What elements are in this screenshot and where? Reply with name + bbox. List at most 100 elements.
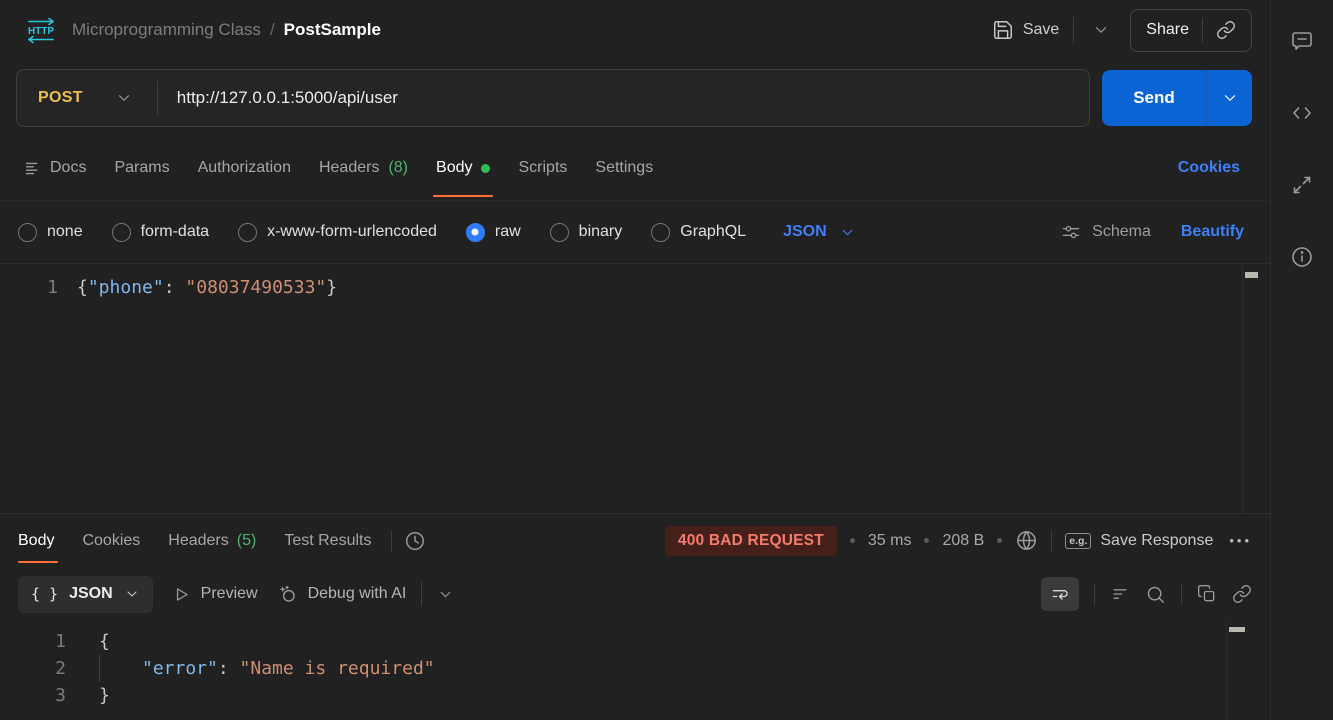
ai-sparkle-icon — [277, 584, 298, 605]
response-time[interactable]: 35 ms — [868, 532, 912, 550]
word-wrap-button[interactable] — [1041, 577, 1079, 611]
response-tab-test-results-label: Test Results — [284, 532, 371, 550]
response-history-icon[interactable] — [404, 530, 426, 552]
request-body-editor[interactable]: 1{"phone": "08037490533"} — [0, 263, 1270, 513]
debug-with-ai-button[interactable]: Debug with AI — [277, 584, 407, 605]
response-tab-headers[interactable]: Headers (5) — [154, 514, 270, 567]
link-icon[interactable] — [1232, 584, 1252, 604]
send-button[interactable]: Send — [1102, 70, 1252, 126]
radio-urlencoded[interactable]: x-www-form-urlencoded — [238, 223, 437, 242]
line-number: 1 — [0, 277, 58, 298]
radio-binary-label: binary — [579, 223, 623, 241]
radio-none-label: none — [47, 223, 83, 241]
tab-headers[interactable]: Headers (8) — [305, 136, 422, 200]
schema-button[interactable]: Schema — [1061, 222, 1151, 242]
tab-params-label: Params — [114, 159, 169, 177]
save-icon — [992, 19, 1014, 41]
http-request-icon: HTTP — [24, 17, 58, 44]
breadcrumb: Microprogramming Class / PostSample — [72, 20, 381, 40]
code-brace-open: { — [99, 631, 110, 652]
tab-settings-label: Settings — [595, 159, 653, 177]
headers-count-badge: (8) — [388, 159, 408, 177]
copy-link-icon[interactable] — [1216, 20, 1236, 40]
radio-form-data-circle[interactable] — [112, 223, 131, 242]
save-response-button[interactable]: e.g. Save Response — [1065, 532, 1213, 550]
response-tab-cookies-label: Cookies — [82, 532, 140, 550]
status-badge[interactable]: 400 BAD REQUEST — [665, 526, 837, 556]
line-number: 3 — [0, 685, 66, 706]
radio-binary[interactable]: binary — [550, 223, 623, 242]
copy-icon[interactable] — [1197, 584, 1217, 604]
response-body-editor[interactable]: 1{ 2"error": "Name is required" 3} — [0, 621, 1270, 720]
separator-dot — [850, 538, 855, 543]
radio-raw-circle[interactable] — [466, 223, 485, 242]
response-header: Body Cookies Headers (5) Test Results — [0, 514, 1270, 567]
cookies-link[interactable]: Cookies — [1178, 159, 1252, 177]
request-scrollbar-thumb[interactable] — [1245, 272, 1258, 278]
save-dropdown-caret[interactable] — [1088, 17, 1114, 43]
tab-scripts[interactable]: Scripts — [504, 136, 581, 200]
radio-binary-circle[interactable] — [550, 223, 569, 242]
search-icon[interactable] — [1145, 584, 1166, 605]
request-editor-scrollbar[interactable] — [1242, 265, 1260, 513]
response-line-2: 2"error": "Name is required" — [0, 655, 1270, 682]
response-line-1: 1{ — [0, 628, 1270, 655]
share-button[interactable]: Share — [1130, 9, 1252, 52]
info-icon[interactable] — [1290, 245, 1314, 269]
toolbar-divider — [421, 582, 422, 606]
send-dropdown-caret[interactable] — [1207, 70, 1252, 126]
expand-arrows-icon[interactable] — [1290, 173, 1314, 197]
response-section: Body Cookies Headers (5) Test Results — [0, 513, 1270, 720]
preview-button[interactable]: Preview — [172, 585, 258, 604]
breadcrumb-collection[interactable]: Microprogramming Class — [72, 20, 261, 40]
code-brace-close: } — [326, 277, 337, 298]
code-colon: : — [164, 277, 186, 298]
comments-icon[interactable] — [1290, 29, 1314, 53]
debug-dropdown-caret[interactable] — [437, 586, 454, 603]
share-label: Share — [1146, 21, 1189, 39]
response-scrollbar-thumb[interactable] — [1229, 627, 1245, 632]
tab-body[interactable]: Body — [422, 136, 504, 200]
preview-label: Preview — [201, 585, 258, 603]
response-tab-body-label: Body — [18, 532, 54, 550]
breadcrumb-request-name[interactable]: PostSample — [284, 20, 381, 40]
response-size[interactable]: 208 B — [942, 532, 984, 550]
debug-with-ai-label: Debug with AI — [308, 585, 407, 603]
line-number: 1 — [0, 631, 66, 652]
radio-none[interactable]: none — [18, 223, 83, 242]
response-tab-test-results[interactable]: Test Results — [270, 514, 385, 567]
code-key-phone: "phone" — [88, 277, 164, 298]
code-snippet-icon[interactable] — [1290, 101, 1314, 125]
tab-params[interactable]: Params — [100, 136, 183, 200]
response-status-area: 400 BAD REQUEST 35 ms 208 B e.g. — [665, 514, 1252, 567]
method-selector[interactable]: POST — [17, 89, 157, 107]
tab-docs[interactable]: Docs — [24, 136, 100, 200]
radio-urlencoded-circle[interactable] — [238, 223, 257, 242]
sliders-icon — [1061, 222, 1081, 242]
radio-graphql[interactable]: GraphQL — [651, 223, 746, 242]
network-globe-icon[interactable] — [1015, 529, 1038, 552]
radio-form-data[interactable]: form-data — [112, 223, 209, 242]
response-line-3: 3} — [0, 682, 1270, 709]
save-button[interactable]: Save — [992, 19, 1059, 41]
docs-icon — [24, 160, 41, 177]
send-label[interactable]: Send — [1102, 70, 1206, 126]
response-tab-cookies[interactable]: Cookies — [68, 514, 154, 567]
topbar: HTTP Microprogramming Class / PostSample… — [0, 0, 1270, 60]
radio-none-circle[interactable] — [18, 223, 37, 242]
response-format-selector[interactable]: { } JSON — [18, 576, 153, 613]
more-options-icon[interactable]: ••• — [1229, 533, 1252, 548]
radio-raw[interactable]: raw — [466, 223, 521, 242]
filter-icon[interactable] — [1110, 584, 1130, 604]
response-tab-body[interactable]: Body — [18, 514, 68, 567]
language-selector[interactable]: JSON — [783, 223, 856, 241]
code-brace-close: } — [99, 685, 110, 706]
tab-authorization[interactable]: Authorization — [184, 136, 305, 200]
save-label: Save — [1023, 21, 1059, 39]
beautify-button[interactable]: Beautify — [1181, 223, 1250, 241]
response-editor-scrollbar[interactable] — [1226, 621, 1247, 720]
tab-settings[interactable]: Settings — [581, 136, 667, 200]
request-body-line[interactable]: 1{"phone": "08037490533"} — [0, 273, 1270, 302]
url-input[interactable]: http://127.0.0.1:5000/api/user — [177, 88, 398, 108]
radio-graphql-circle[interactable] — [651, 223, 670, 242]
